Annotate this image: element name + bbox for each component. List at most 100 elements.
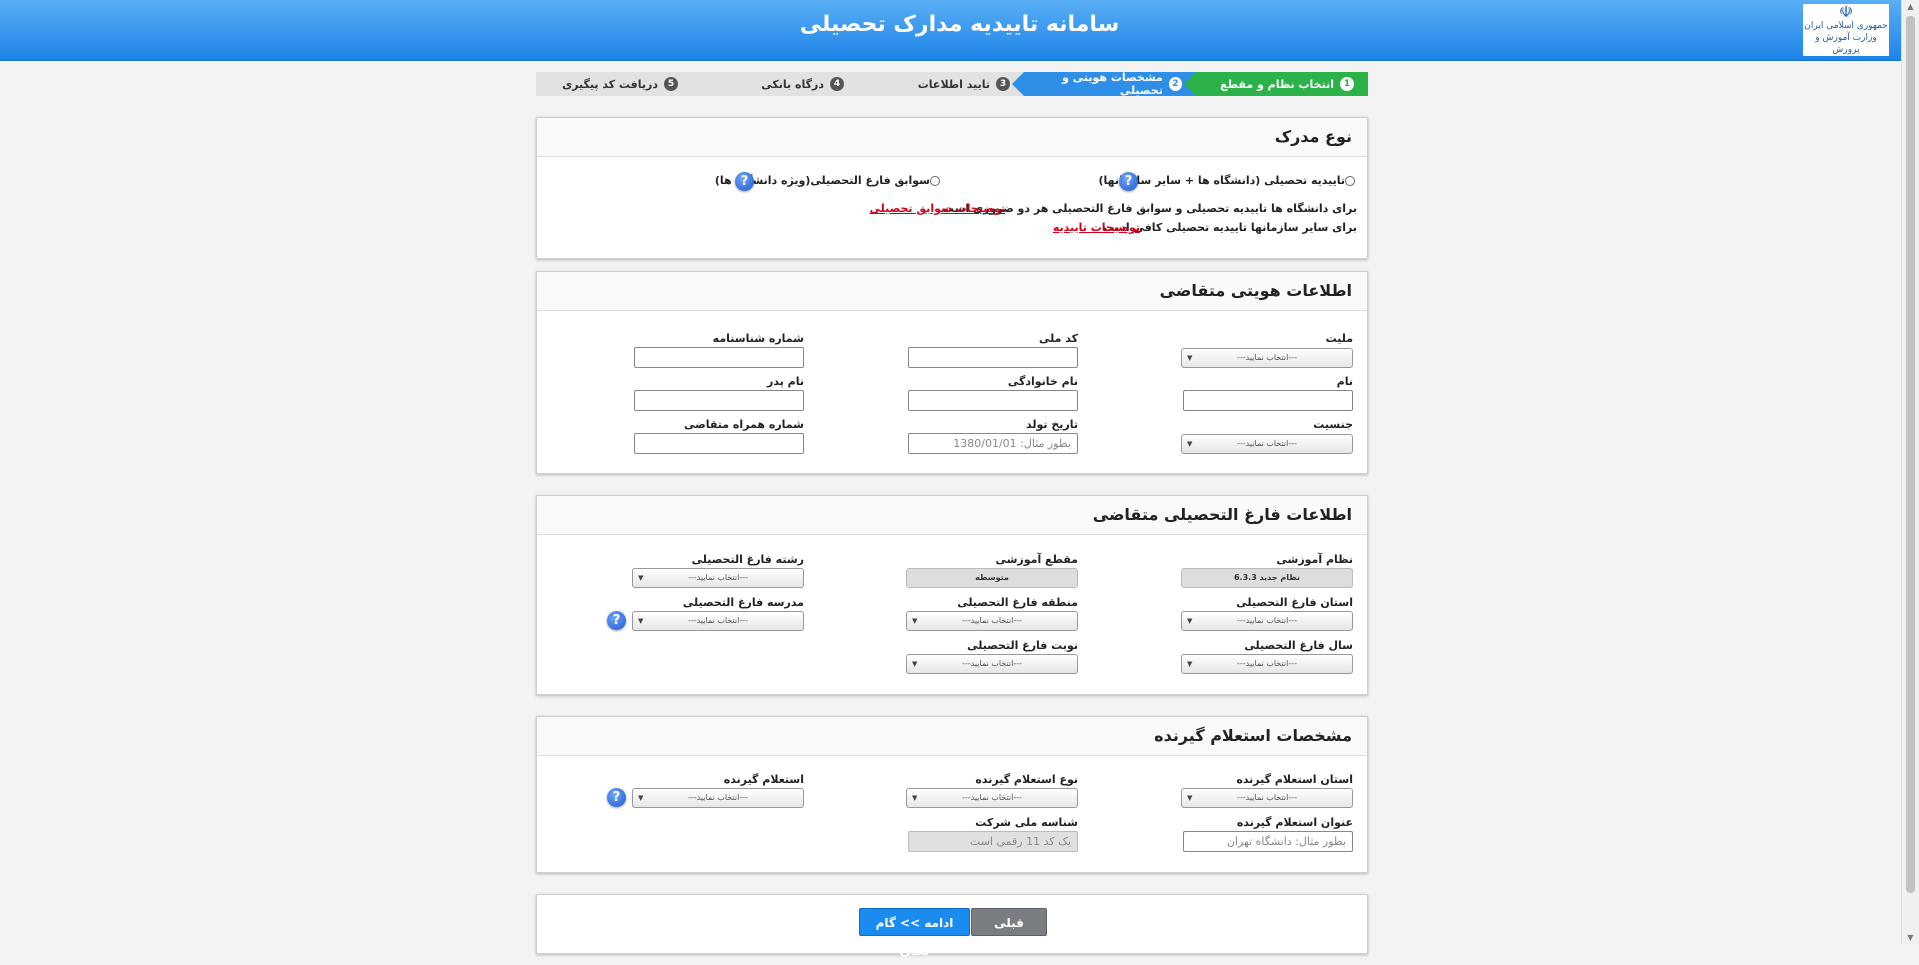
panel-title: نوع مدرک bbox=[537, 118, 1367, 157]
ministry-logo: ☫ جمهوری اسلامی ایران وزارت آموزش و پرور… bbox=[1803, 4, 1889, 56]
company-id-input[interactable]: یک کد 11 رقمی است bbox=[908, 831, 1078, 852]
grad-province-select[interactable]: ---انتخاب نمایید--- ▼ bbox=[1181, 611, 1353, 631]
major-label: رشته فارغ التحصیلی bbox=[691, 553, 804, 566]
grad-year-label: سال فارغ التحصیلی bbox=[1244, 639, 1353, 652]
radio-button[interactable] bbox=[1345, 176, 1355, 186]
step-number: 5 bbox=[664, 77, 678, 91]
select-value: ---انتخاب نمایید--- bbox=[688, 616, 748, 625]
national-code-input[interactable] bbox=[908, 347, 1078, 368]
select-value: ---انتخاب نمایید--- bbox=[688, 573, 748, 582]
prev-button[interactable]: قبلی bbox=[971, 908, 1047, 936]
company-id-label: شناسه ملی شرکت bbox=[975, 816, 1078, 829]
step-label: انتخاب نظام و مقطع bbox=[1220, 77, 1334, 91]
progress-steps: 1 انتخاب نظام و مقطع 2 مشخصات هویتی و تح… bbox=[536, 71, 1368, 97]
note-universities: برای دانشگاه ها تاییدیه تحصیلی و سوابق ف… bbox=[942, 202, 1357, 215]
header-bar: سامانه تاییدیه مدارک تحصیلی ☫ جمهوری اسل… bbox=[0, 0, 1919, 61]
id-number-input[interactable] bbox=[634, 347, 804, 368]
scroll-down-icon[interactable]: ▼ bbox=[1905, 933, 1916, 942]
step-1: 1 انتخاب نظام و مقطع bbox=[1184, 72, 1368, 96]
system-select[interactable]: نظام جدید 6.3.3 bbox=[1181, 568, 1353, 588]
step-label: درگاه بانکی bbox=[761, 77, 824, 91]
step-3: 3 تایید اطلاعات bbox=[846, 72, 1024, 96]
help-icon[interactable]: ? bbox=[607, 788, 626, 807]
scroll-up-icon[interactable]: ▲ bbox=[1905, 2, 1916, 11]
emblem-icon: ☫ bbox=[1838, 2, 1854, 21]
chevron-down-icon: ▼ bbox=[638, 574, 644, 582]
help-icon[interactable]: ? bbox=[735, 172, 754, 191]
level-select[interactable]: متوسطه bbox=[906, 568, 1078, 588]
step-label: تایید اطلاعات bbox=[917, 77, 990, 91]
step-label: مشخصات هویتی و تحصیلی bbox=[1062, 71, 1163, 97]
grad-year-select[interactable]: ---انتخاب نمایید--- ▼ bbox=[1181, 654, 1353, 674]
grad-region-select[interactable]: ---انتخاب نمایید--- ▼ bbox=[906, 611, 1078, 631]
mobile-input[interactable] bbox=[634, 433, 804, 454]
next-button[interactable]: ادامه >> گام بعدی bbox=[859, 908, 970, 958]
inquirer-type-label: نوع استعلام گیرنده bbox=[975, 773, 1078, 786]
select-value: ---انتخاب نمایید--- bbox=[1237, 659, 1297, 668]
scroll-thumb[interactable] bbox=[1906, 16, 1915, 893]
last-name-label: نام خانوادگی bbox=[1007, 375, 1078, 388]
panel-inquirer: مشخصات استعلام گیرنده استان استعلام گیرن… bbox=[536, 716, 1368, 873]
grad-region-label: منطقه فارغ التحصیلی bbox=[957, 596, 1078, 609]
nationality-select[interactable]: ---انتخاب نمایید--- ▼ bbox=[1181, 348, 1353, 368]
logo-text-2: وزارت آموزش و پرورش bbox=[1815, 33, 1877, 55]
chevron-down-icon: ▼ bbox=[1187, 794, 1193, 802]
first-name-label: نام bbox=[1336, 375, 1353, 388]
chevron-down-icon: ▼ bbox=[1187, 440, 1193, 448]
chevron-down-icon: ▼ bbox=[912, 794, 918, 802]
step-arrow bbox=[680, 72, 692, 96]
chevron-down-icon: ▼ bbox=[638, 794, 644, 802]
help-icon[interactable]: ? bbox=[607, 611, 626, 630]
step-label: دریافت کد پیگیری bbox=[562, 77, 658, 91]
logo-text-1: جمهوری اسلامی ایران bbox=[1804, 21, 1888, 31]
gender-select[interactable]: ---انتخاب نمایید--- ▼ bbox=[1181, 434, 1353, 454]
grad-turn-select[interactable]: ---انتخاب نمایید--- ▼ bbox=[906, 654, 1078, 674]
select-value: ---انتخاب نمایید--- bbox=[962, 659, 1022, 668]
link-records-info[interactable]: توضیحات سوابق تحصیلی bbox=[870, 202, 1005, 215]
step-number: 4 bbox=[830, 77, 844, 91]
step-5: 5 دریافت کد پیگیری bbox=[536, 72, 692, 96]
grad-turn-label: نوبت فارغ التحصیلی bbox=[967, 639, 1078, 652]
last-name-input[interactable] bbox=[908, 390, 1078, 411]
link-certificate-info[interactable]: توضیحات تاییدیه bbox=[1053, 221, 1140, 234]
father-name-input[interactable] bbox=[634, 390, 804, 411]
step-arrow bbox=[1184, 72, 1196, 96]
step-number: 3 bbox=[996, 77, 1010, 91]
inquirer-select[interactable]: ---انتخاب نمایید--- ▼ bbox=[632, 788, 804, 808]
select-value: ---انتخاب نمایید--- bbox=[1237, 439, 1297, 448]
system-label: نظام آموزشی bbox=[1276, 553, 1353, 566]
chevron-down-icon: ▼ bbox=[1187, 617, 1193, 625]
panel-actions: قبلی ادامه >> گام بعدی bbox=[536, 894, 1368, 958]
inquirer-province-label: استان استعلام گیرنده bbox=[1236, 773, 1353, 786]
birth-date-input[interactable]: بطور مثال: 1380/01/01 bbox=[908, 433, 1078, 454]
panel-graduation: اطلاعات فارغ التحصیلی متقاضی نظام آموزشی… bbox=[536, 495, 1368, 695]
inquirer-province-select[interactable]: ---انتخاب نمایید--- ▼ bbox=[1181, 788, 1353, 808]
step-arrow bbox=[1012, 72, 1024, 96]
major-select[interactable]: ---انتخاب نمایید--- ▼ bbox=[632, 568, 804, 588]
inquirer-type-select[interactable]: ---انتخاب نمایید--- ▼ bbox=[906, 788, 1078, 808]
grad-school-label: مدرسه فارغ التحصیلی bbox=[682, 596, 804, 609]
step-number: 2 bbox=[1168, 77, 1182, 91]
select-value: ---انتخاب نمایید--- bbox=[688, 793, 748, 802]
panel-identity: اطلاعات هویتی متقاضی ملیت ---انتخاب نمای… bbox=[536, 271, 1368, 474]
chevron-down-icon: ▼ bbox=[1187, 660, 1193, 668]
nationality-label: ملیت bbox=[1325, 332, 1353, 345]
first-name-input[interactable] bbox=[1183, 390, 1353, 411]
chevron-down-icon: ▼ bbox=[1187, 354, 1193, 362]
grad-school-select[interactable]: ---انتخاب نمایید--- ▼ bbox=[632, 611, 804, 631]
page-scrollbar[interactable]: ▲ ▼ bbox=[1901, 0, 1919, 944]
radio-button[interactable] bbox=[930, 176, 940, 186]
panel-document-type: نوع مدرک تاییدیه تحصیلی (دانشگاه ها + سا… bbox=[536, 117, 1368, 259]
inquirer-name-input[interactable]: بطور مثال: دانشگاه تهران bbox=[1183, 831, 1353, 852]
step-number: 1 bbox=[1340, 77, 1354, 91]
level-label: مقطع آموزشی bbox=[995, 553, 1078, 566]
note-organizations: برای سایر سازمانها تاییدیه تحصیلی کافی ا… bbox=[1103, 221, 1357, 234]
chevron-down-icon: ▼ bbox=[912, 660, 918, 668]
panel-title: اطلاعات فارغ التحصیلی متقاضی bbox=[537, 496, 1367, 535]
page-title: سامانه تاییدیه مدارک تحصیلی bbox=[799, 12, 1120, 37]
help-icon[interactable]: ? bbox=[1119, 172, 1138, 191]
select-value: ---انتخاب نمایید--- bbox=[962, 616, 1022, 625]
chevron-down-icon: ▼ bbox=[912, 617, 918, 625]
panel-title: مشخصات استعلام گیرنده bbox=[537, 717, 1367, 756]
select-value: ---انتخاب نمایید--- bbox=[1237, 793, 1297, 802]
